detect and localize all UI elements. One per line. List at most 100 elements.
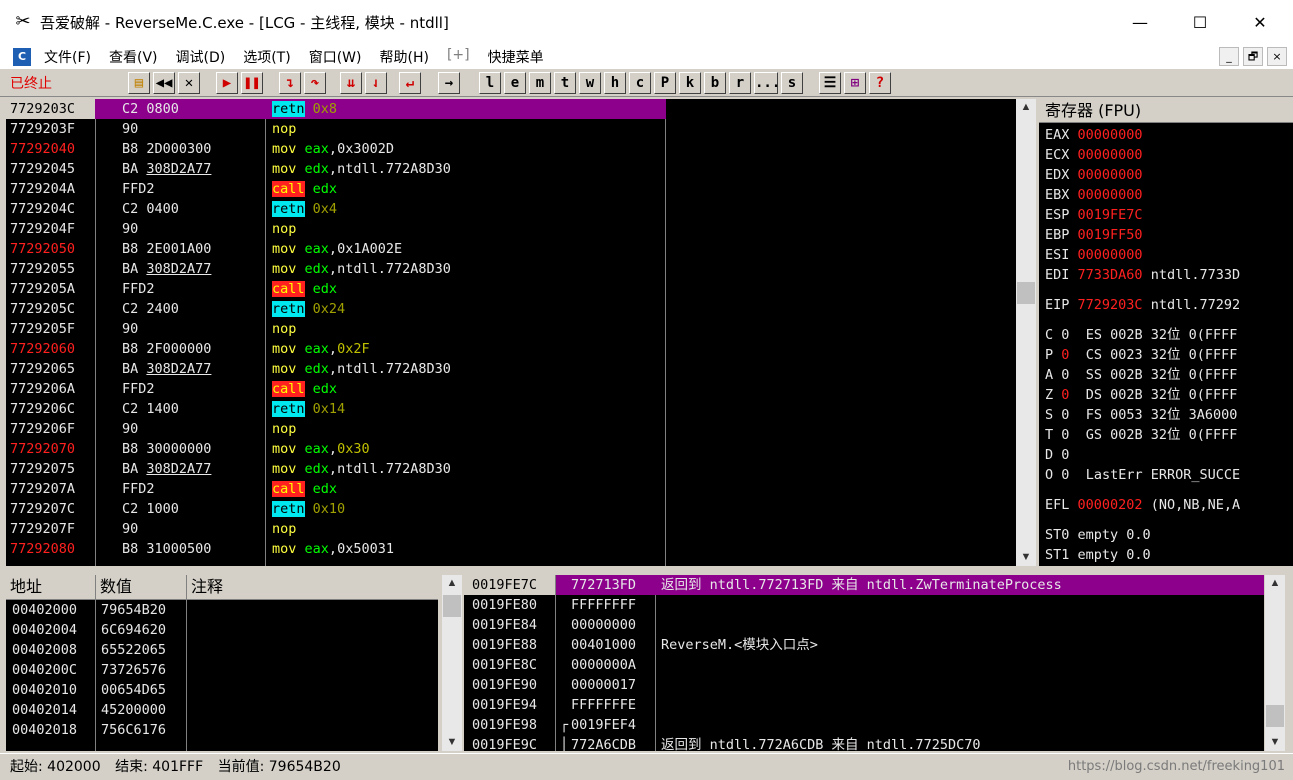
stack-row[interactable]: 0019FE98 ┌ 0019FEF4 (464, 715, 1264, 735)
disasm-row[interactable]: 77292045 BA 308D2A77 mov edx,ntdll.772A8D3… (6, 159, 1016, 179)
run-icon[interactable]: ▶ (216, 72, 238, 94)
disassembly-pane[interactable]: 7729203C C2 0800 retn 0x8 7729203F 90 nop 7729… (6, 99, 1016, 566)
fpu-row[interactable]: ST0 empty 0.0 (1045, 525, 1293, 545)
dump-row[interactable]: 00402000 79654B20 (6, 600, 438, 620)
toolbar-letter-button[interactable]: r (729, 72, 751, 94)
menu-item[interactable]: 窗口(W) (300, 47, 371, 67)
fpu-row[interactable]: ST1 empty 0.0 (1045, 545, 1293, 565)
disasm-row[interactable]: 77292040 B8 2D000300 mov eax,0x3002D (6, 139, 1016, 159)
disasm-row[interactable]: 7729204A FFD2 call edx (6, 179, 1016, 199)
dump-scrollbar[interactable]: ▲ ▼ (442, 575, 462, 751)
mdi-close-button[interactable]: × (1267, 47, 1287, 66)
step-over-icon[interactable]: ↷ (304, 72, 326, 94)
toolbar-letter-button[interactable]: P (654, 72, 676, 94)
dump-header-comment[interactable]: 注释 (191, 575, 223, 598)
flag-row[interactable]: D 0 (1045, 445, 1293, 465)
toolbar-letter-button[interactable]: s (781, 72, 803, 94)
register-row[interactable]: EAX 00000000 (1045, 125, 1293, 145)
dump-row[interactable]: 00402014 45200000 (6, 700, 438, 720)
menu-item[interactable]: 选项(T) (234, 47, 299, 67)
step-into-icon[interactable]: ↴ (279, 72, 301, 94)
goto-icon[interactable]: → (438, 72, 460, 94)
disasm-row[interactable]: 7729206A FFD2 call edx (6, 379, 1016, 399)
disasm-row[interactable]: 77292080 B8 31000500 mov eax,0x50031 (6, 539, 1016, 559)
flag-row[interactable]: C 0 ES 002B 32位 0(FFFF (1045, 325, 1293, 345)
execute-till-return-icon[interactable]: ↵ (399, 72, 421, 94)
disasm-row[interactable]: 7729205F 90 nop (6, 319, 1016, 339)
registers-pane[interactable]: EAX 00000000 ECX 00000000 EDX 00000000 EBX … (1039, 123, 1293, 566)
disasm-row[interactable]: 77292060 B8 2F000000 mov eax,0x2F (6, 339, 1016, 359)
disasm-row[interactable]: 77292075 BA 308D2A77 mov edx,ntdll.772A8D3… (6, 459, 1016, 479)
register-row[interactable]: EBX 00000000 (1045, 185, 1293, 205)
disasm-row[interactable]: 7729205A FFD2 call edx (6, 279, 1016, 299)
stack-row[interactable]: 0019FE8C 0000000A (464, 655, 1264, 675)
register-row[interactable]: EIP 7729203C ntdll.77292 (1045, 295, 1293, 315)
register-row[interactable]: EDX 00000000 (1045, 165, 1293, 185)
restart-icon[interactable]: ◀◀ (153, 72, 175, 94)
disasm-row[interactable]: 77292070 B8 30000000 mov eax,0x30 (6, 439, 1016, 459)
flag-row[interactable]: T 0 GS 002B 32位 0(FFFF (1045, 425, 1293, 445)
stack-row[interactable]: 0019FE94 FFFFFFFE (464, 695, 1264, 715)
disasm-row[interactable]: 7729203F 90 nop (6, 119, 1016, 139)
disasm-row[interactable]: 7729207F 90 nop (6, 519, 1016, 539)
menu-item[interactable]: 帮助(H) (370, 47, 437, 67)
toolbar-letter-button[interactable]: h (604, 72, 626, 94)
disasm-row[interactable]: 7729204F 90 nop (6, 219, 1016, 239)
flag-row[interactable]: O 0 LastErr ERROR_SUCCE (1045, 465, 1293, 485)
disasm-row[interactable]: 77292065 BA 308D2A77 mov edx,ntdll.772A8D3… (6, 359, 1016, 379)
toolbar-letter-button[interactable]: c (629, 72, 651, 94)
list-icon[interactable]: ☰ (819, 72, 841, 94)
menu-item[interactable]: 调试(D) (167, 47, 235, 67)
disasm-row[interactable]: 7729206F 90 nop (6, 419, 1016, 439)
disasm-row[interactable]: 77292055 BA 308D2A77 mov edx,ntdll.772A8D3… (6, 259, 1016, 279)
trace-over-icon[interactable]: ⇃ (365, 72, 387, 94)
register-row[interactable]: ESI 00000000 (1045, 245, 1293, 265)
stack-scrollbar[interactable]: ▲ ▼ (1265, 575, 1285, 751)
disasm-row[interactable]: 7729205C C2 2400 retn 0x24 (6, 299, 1016, 319)
toolbar-letter-button[interactable]: t (554, 72, 576, 94)
register-row[interactable]: EFL 00000202 (NO,NB,NE,A (1045, 495, 1293, 515)
disasm-row[interactable]: 7729203C C2 0800 retn 0x8 (6, 99, 1016, 119)
stack-row[interactable]: 0019FE88 00401000 ReverseM.<模块入口点> (464, 635, 1264, 655)
mdi-restore-button[interactable]: 🗗 (1243, 47, 1263, 66)
close-button[interactable]: ✕ (1230, 0, 1290, 44)
toolbar-letter-button[interactable]: ... (754, 72, 780, 94)
grid-icon[interactable]: ⊞ (844, 72, 866, 94)
trace-into-icon[interactable]: ⇊ (340, 72, 362, 94)
register-row[interactable]: EDI 7733DA60 ntdll.7733D (1045, 265, 1293, 285)
dump-pane[interactable]: 00402000 79654B20 00402004 6C694620 00402008… (6, 600, 438, 751)
disasm-row[interactable]: 7729204C C2 0400 retn 0x4 (6, 199, 1016, 219)
dump-row[interactable]: 00402010 00654D65 (6, 680, 438, 700)
dump-row[interactable]: 00402004 6C694620 (6, 620, 438, 640)
app-menu-icon[interactable]: C (13, 47, 31, 66)
register-row[interactable]: ESP 0019FE7C (1045, 205, 1293, 225)
stack-row[interactable]: 0019FE9C │ 772A6CDB 返回到 ntdll.772A6CDB 来自 n… (464, 735, 1264, 751)
flag-row[interactable]: P 0 CS 0023 32位 0(FFFF (1045, 345, 1293, 365)
disasm-row[interactable]: 7729207A FFD2 call edx (6, 479, 1016, 499)
menu-item[interactable]: 文件(F) (35, 47, 100, 67)
maximize-button[interactable]: ☐ (1170, 0, 1230, 44)
help-icon[interactable]: ? (869, 72, 891, 94)
stack-row[interactable]: 0019FE7C 772713FD 返回到 ntdll.772713FD 来自 nt… (464, 575, 1264, 595)
stack-row[interactable]: 0019FE84 00000000 (464, 615, 1264, 635)
pause-icon[interactable]: ❚❚ (241, 72, 263, 94)
toolbar-letter-button[interactable]: e (504, 72, 526, 94)
disasm-row[interactable]: 7729207C C2 1000 retn 0x10 (6, 499, 1016, 519)
disassembly-scrollbar[interactable]: ▲ ▼ (1016, 99, 1036, 566)
toolbar-letter-button[interactable]: l (479, 72, 501, 94)
menu-item[interactable]: 快捷菜单 (479, 47, 553, 67)
dump-row[interactable]: 00402008 65522065 (6, 640, 438, 660)
stack-pane[interactable]: 0019FE7C 772713FD 返回到 ntdll.772713FD 来自 nt… (464, 575, 1264, 751)
flag-row[interactable]: Z 0 DS 002B 32位 0(FFFF (1045, 385, 1293, 405)
disasm-row[interactable]: 7729206C C2 1400 retn 0x14 (6, 399, 1016, 419)
stack-row[interactable]: 0019FE90 00000017 (464, 675, 1264, 695)
close-program-icon[interactable]: ✕ (178, 72, 200, 94)
dump-header-value[interactable]: 数值 (100, 575, 132, 598)
menu-item[interactable]: [+] (438, 47, 479, 67)
mdi-minimize-button[interactable]: _ (1219, 47, 1239, 66)
register-row[interactable]: EBP 0019FF50 (1045, 225, 1293, 245)
toolbar-letter-button[interactable]: m (529, 72, 551, 94)
toolbar-letter-button[interactable]: k (679, 72, 701, 94)
flag-row[interactable]: S 0 FS 0053 32位 3A6000 (1045, 405, 1293, 425)
open-icon[interactable]: ▤ (128, 72, 150, 94)
